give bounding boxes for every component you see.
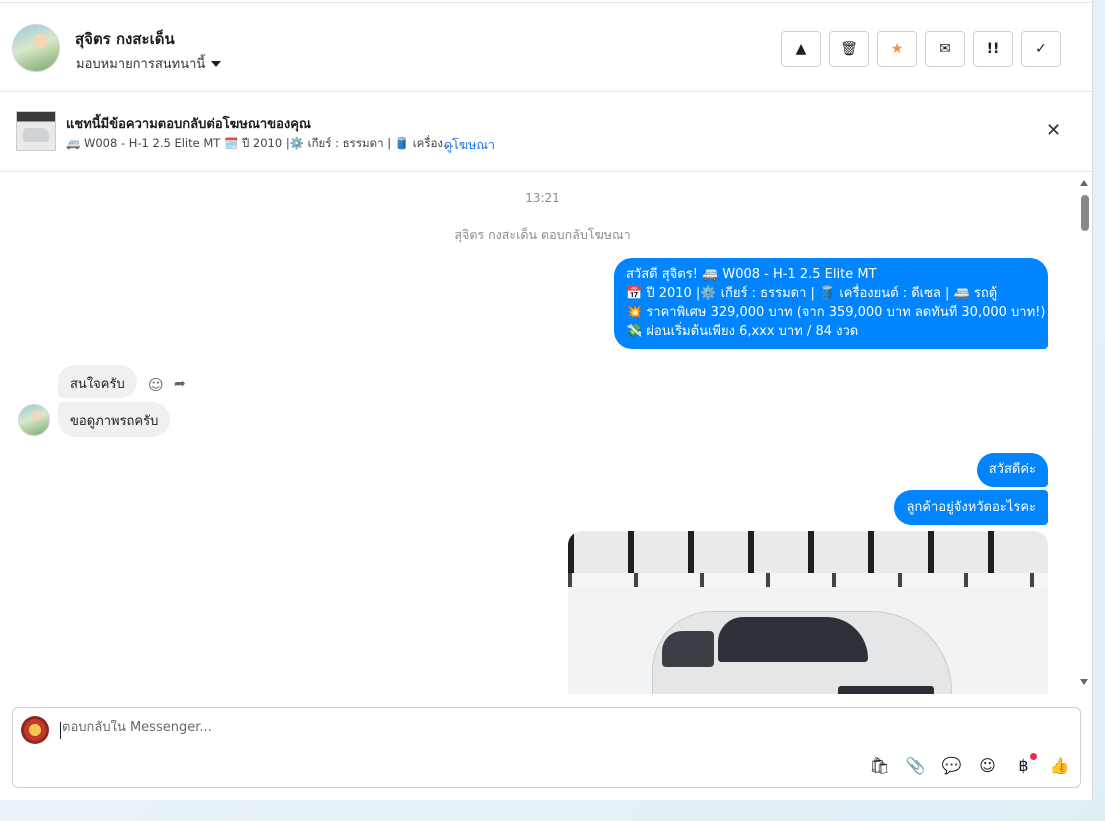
emoji-icon[interactable]: ☺ <box>977 755 998 776</box>
conversation-panel: สุจิตร กงสะเด็น มอบหมายการสนทนานี้ ▲ 🗑 ★… <box>0 0 1093 800</box>
check-icon: ✓ <box>1035 41 1047 57</box>
baht-payment-button[interactable]: ฿ <box>1013 753 1037 776</box>
contact-name[interactable]: สุจิตร กงสะเด็น <box>75 27 175 51</box>
view-ad-link[interactable]: ดูโฆษณา <box>444 135 495 155</box>
baht-icon: ฿ <box>1018 756 1029 775</box>
ad-thumbnail[interactable] <box>16 111 56 151</box>
ad-banner-subtitle: 🚐 W008 - H-1 2.5 Elite MT 🗓️ ปี 2010 |⚙️… <box>66 136 454 150</box>
warning-icon: ▲ <box>795 41 807 57</box>
envelope-icon: ✉ <box>939 41 951 57</box>
react-icon[interactable]: ☺ <box>148 376 164 394</box>
thumbs-up-icon[interactable]: 👍 <box>1049 755 1070 776</box>
incoming-message[interactable]: สนใจครับ <box>58 365 137 398</box>
shopping-bag-icon[interactable]: 🛍 <box>869 755 890 776</box>
caret-down-icon <box>211 60 222 67</box>
reply-icon[interactable]: ➦ <box>174 376 186 392</box>
van-photo-attachment[interactable] <box>568 531 1048 694</box>
contact-avatar-small <box>18 404 50 436</box>
page-avatar <box>21 716 49 744</box>
assign-conversation-dropdown[interactable]: มอบหมายการสนทนานี้ <box>76 53 222 74</box>
exclamation-icon: !! <box>986 41 1000 57</box>
contact-avatar[interactable] <box>12 24 60 72</box>
message-timestamp: 13:21 <box>525 191 560 205</box>
message-input[interactable] <box>62 720 762 735</box>
notification-dot <box>1030 753 1037 760</box>
scroll-up-arrow[interactable] <box>1080 180 1088 186</box>
outgoing-ad-message[interactable]: สวัสดี สุจิตร! 🚐 W008 - H-1 2.5 Elite MT… <box>614 258 1048 349</box>
van-side-window <box>662 631 714 667</box>
assign-label: มอบหมายการสนทนานี้ <box>76 57 206 72</box>
scrollbar-thumb[interactable] <box>1081 195 1089 231</box>
outgoing-message[interactable]: ลูกค้าอยู่จังหวัดอะไรคะ <box>894 490 1048 525</box>
conversation-header: สุจิตร กงสะเด็น มอบหมายการสนทนานี้ ▲ 🗑 ★… <box>0 2 1093 92</box>
scroll-down-arrow[interactable] <box>1080 679 1088 685</box>
ad-message-line: 📅 ปี 2010 |⚙️ เกียร์ : ธรรมดา | 🛢️ เครื่… <box>626 286 998 301</box>
composer-toolbar: 🛍 📎 💬 ☺ ฿ 👍 <box>869 753 1070 776</box>
showroom-ceiling <box>568 531 1048 573</box>
van-grille <box>838 686 934 694</box>
incoming-message[interactable]: ขอดูภาพรถครับ <box>58 402 171 437</box>
ad-reply-banner: แชทนี้มีข้อความตอบกลับต่อโฆษณาของคุณ 🚐 W… <box>0 93 1093 172</box>
ad-message-line: 💥 ราคาพิเศษ 329,000 บาท (จาก 359,000 บาท… <box>626 305 1046 320</box>
ad-message-line: 💸 ผ่อนเริ่มต้นเพียง 6,xxx บาท / 84 งวด <box>626 324 859 339</box>
star-button[interactable]: ★ <box>877 31 917 67</box>
ad-message-line: สวัสดี สุจิตร! 🚐 W008 - H-1 2.5 Elite MT <box>626 267 877 282</box>
follow-up-button[interactable]: !! <box>973 31 1013 67</box>
showroom-lights <box>568 573 1048 587</box>
message-thread[interactable]: 13:21 สุจิตร กงสะเด็น ตอบกลับโฆษณา สวัสด… <box>0 172 1093 694</box>
delete-button[interactable]: 🗑 <box>829 31 869 67</box>
van-windshield <box>718 617 868 662</box>
star-icon: ★ <box>890 41 904 57</box>
ad-banner-title: แชทนี้มีข้อความตอบกลับต่อโฆษณาของคุณ <box>66 117 311 132</box>
close-icon[interactable]: ✕ <box>1046 120 1061 141</box>
report-spam-button[interactable]: ▲ <box>781 31 821 67</box>
text-cursor <box>60 722 61 739</box>
paperclip-icon[interactable]: 📎 <box>905 755 926 776</box>
chat-bubble-icon[interactable]: 💬 <box>941 755 962 776</box>
mark-unread-button[interactable]: ✉ <box>925 31 965 67</box>
system-message: สุจิตร กงสะเด็น ตอบกลับโฆษณา <box>454 227 631 242</box>
header-action-buttons: ▲ 🗑 ★ ✉ !! ✓ <box>781 31 1061 67</box>
mark-done-button[interactable]: ✓ <box>1021 31 1061 67</box>
outgoing-message[interactable]: สวัสดีค่ะ <box>976 453 1048 487</box>
message-composer: 🛍 📎 💬 ☺ ฿ 👍 <box>12 707 1081 788</box>
trash-icon: 🗑 <box>840 41 858 57</box>
